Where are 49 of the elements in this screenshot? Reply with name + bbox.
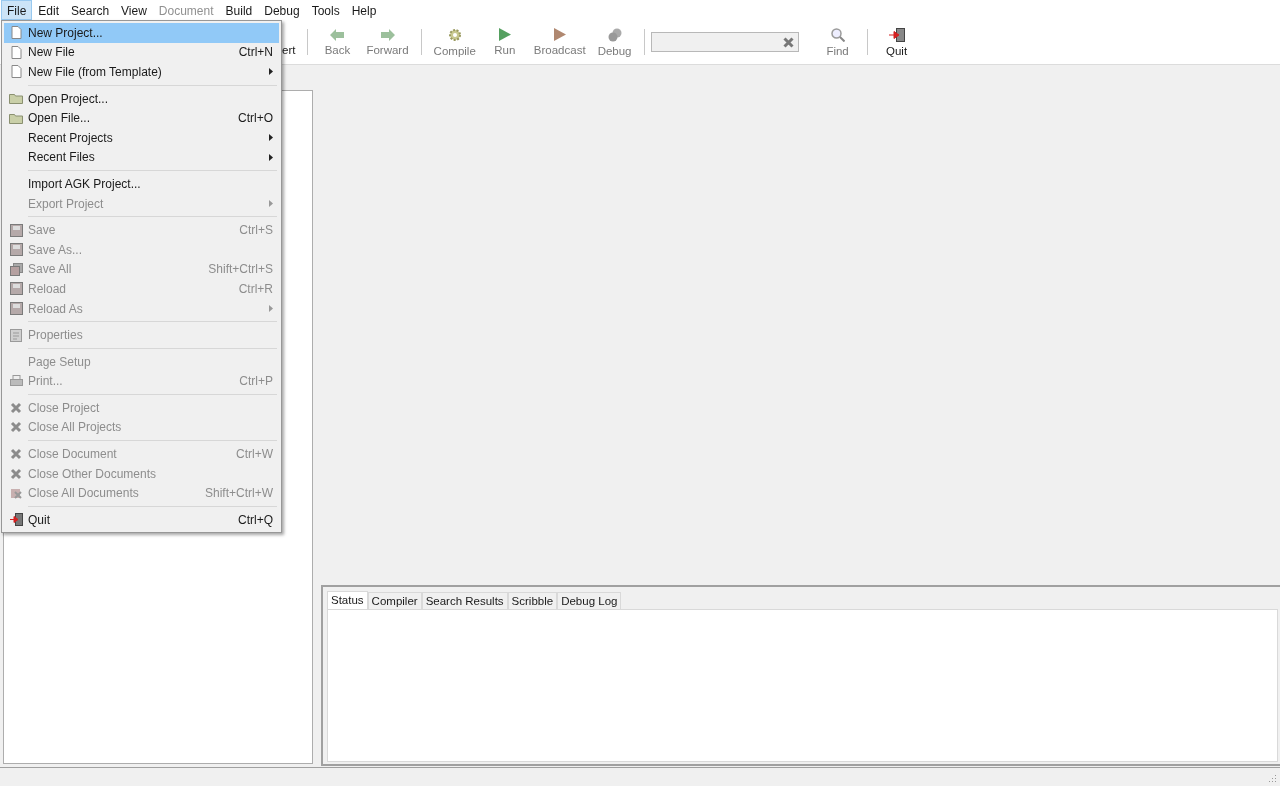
- menu-item[interactable]: Open File... Ctrl+O: [4, 108, 279, 128]
- search-field[interactable]: [650, 32, 799, 52]
- folder-icon: [9, 112, 23, 124]
- toolbar-button[interactable]: Quit: [873, 25, 920, 59]
- close-icon: [10, 421, 22, 434]
- folder-icon: [9, 93, 23, 105]
- menu-item[interactable]: New Project...: [4, 23, 279, 43]
- play-icon: [553, 28, 566, 41]
- close-icon: [10, 401, 22, 414]
- menu-title[interactable]: Search: [65, 0, 116, 20]
- toolbar-button[interactable]: ert: [282, 26, 302, 58]
- panel-tab[interactable]: Search Results: [421, 592, 508, 609]
- menu-item[interactable]: New File (from Template): [4, 62, 279, 82]
- close-icon: [10, 487, 22, 500]
- panel-tab[interactable]: Scribble: [507, 592, 558, 609]
- gear-icon: [447, 27, 462, 42]
- menu-item[interactable]: Recent Files: [4, 147, 279, 168]
- panel-tab[interactable]: Status: [327, 591, 368, 609]
- menu-item[interactable]: New File Ctrl+N: [4, 42, 279, 63]
- resize-grip-icon: [1267, 773, 1277, 783]
- search-icon: [830, 27, 845, 42]
- exit-door-icon: [9, 513, 23, 527]
- page-icon: [10, 26, 22, 40]
- page-icon: [10, 45, 22, 59]
- right-arrow-icon: [380, 28, 395, 41]
- panel-tab[interactable]: Debug Log: [557, 592, 622, 609]
- menu-title[interactable]: Edit: [32, 0, 66, 20]
- left-arrow-icon: [330, 28, 345, 41]
- menu-item[interactable]: Quit Ctrl+Q: [4, 510, 279, 530]
- panel-tab[interactable]: Compiler: [367, 592, 422, 609]
- printer-icon: [9, 375, 23, 388]
- page-icon: [10, 65, 22, 79]
- menu-title[interactable]: View: [115, 0, 153, 20]
- menu-title[interactable]: Debug: [258, 0, 306, 20]
- disks-icon: [9, 262, 23, 276]
- menu-title[interactable]: Tools: [305, 0, 346, 20]
- menu-item[interactable]: Recent Projects: [4, 127, 279, 148]
- close-icon: [10, 448, 22, 461]
- exit-door-icon: [888, 27, 905, 42]
- menu-title[interactable]: Build: [219, 0, 259, 20]
- bug-icon: [607, 27, 622, 42]
- menu-title[interactable]: File: [1, 0, 33, 20]
- menu-item[interactable]: Import AGK Project...: [4, 174, 279, 194]
- properties-icon: [10, 328, 22, 342]
- menu-title[interactable]: Help: [345, 0, 383, 20]
- clear-icon: [782, 36, 794, 48]
- play-icon: [498, 28, 511, 41]
- menu-item[interactable]: Open Project...: [4, 88, 279, 109]
- close-icon: [10, 467, 22, 480]
